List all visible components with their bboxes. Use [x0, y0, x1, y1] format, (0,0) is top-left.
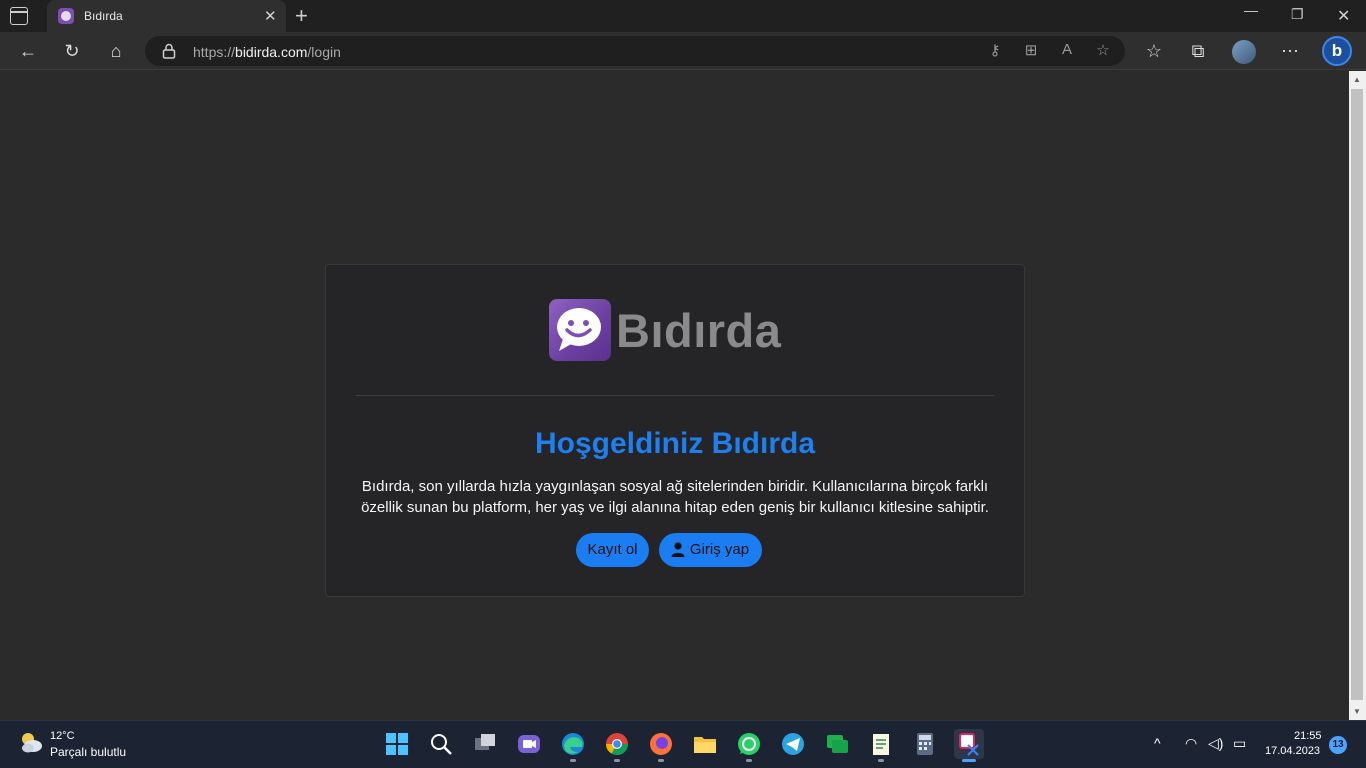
running-indicator [962, 759, 976, 762]
login-button[interactable]: Giriş yap [659, 533, 762, 567]
running-indicator [570, 759, 576, 762]
tab-title: Bıdırda [84, 9, 123, 23]
collections-icon[interactable]: ⧉ [1186, 39, 1210, 63]
task-view-icon[interactable] [470, 729, 500, 759]
user-icon [671, 542, 685, 557]
chat-icon[interactable] [822, 729, 852, 759]
profile-avatar[interactable] [1232, 40, 1256, 64]
start-icon[interactable] [382, 729, 412, 759]
weather-description[interactable]: Parçalı bulutlu [50, 745, 126, 759]
running-indicator [614, 759, 620, 762]
refresh-icon[interactable]: ↻ [60, 39, 84, 63]
page-content: Bıdırda Hoşgeldiniz Bıdırda Bıdırda, son… [0, 71, 1349, 720]
read-aloud-icon[interactable]: A [1057, 41, 1077, 58]
chrome-icon[interactable] [602, 729, 632, 762]
app-available-icon[interactable]: ⊞ [1021, 41, 1041, 59]
weather-icon[interactable] [18, 729, 44, 755]
favorites-icon[interactable]: ☆ [1142, 39, 1166, 63]
running-indicator [878, 759, 884, 762]
restore-icon[interactable]: ❐ [1291, 6, 1304, 23]
description-line: Bıdırda, son yıllarda hızla yaygınlaşan … [361, 478, 989, 495]
whatsapp-icon[interactable] [734, 729, 764, 762]
taskbar: 12°C Parçalı bulutlu ^ ◠ ◁) ▭ 21:55 17.0… [0, 720, 1366, 768]
scroll-down-icon[interactable]: ▼ [1353, 707, 1361, 716]
snipping-tool-icon[interactable] [954, 729, 984, 762]
telegram-icon[interactable] [778, 729, 808, 759]
scroll-thumb[interactable] [1351, 89, 1363, 700]
wifi-icon[interactable]: ◠ [1185, 735, 1197, 752]
clock-time[interactable]: 21:55 [1294, 730, 1322, 742]
lock-icon[interactable] [162, 43, 176, 59]
teams-icon[interactable] [514, 729, 544, 759]
edge-icon[interactable] [558, 729, 588, 762]
show-hidden-icons-icon[interactable]: ^ [1154, 735, 1161, 751]
firefox-icon[interactable] [646, 729, 676, 762]
key-icon[interactable]: ⚷ [985, 41, 1005, 59]
running-indicator [658, 759, 664, 762]
calculator-icon[interactable] [910, 729, 940, 759]
site-logo: Bıdırda [549, 299, 809, 363]
notification-badge[interactable]: 13 [1329, 736, 1347, 754]
bing-icon[interactable]: b [1322, 36, 1352, 66]
browser-toolbar: ← ↻ ⌂ https://bidirda.com/login ⚷ ⊞ A ☆ … [0, 32, 1366, 70]
clock-date[interactable]: 17.04.2023 [1265, 745, 1320, 757]
scroll-up-icon[interactable]: ▲ [1353, 75, 1361, 84]
tab-actions-icon[interactable] [10, 7, 28, 25]
new-tab-button[interactable]: + [295, 3, 308, 29]
weather-temperature[interactable]: 12°C [50, 730, 75, 742]
search-icon[interactable] [426, 729, 456, 759]
description: Bıdırda, son yıllarda hızla yaygınlaşan … [346, 476, 1004, 518]
running-indicator [746, 759, 752, 762]
register-button[interactable]: Kayıt ol [576, 533, 649, 567]
address-bar[interactable]: https://bidirda.com/login ⚷ ⊞ A ☆ [145, 36, 1125, 66]
more-options-icon[interactable]: ⋯ [1278, 39, 1302, 63]
logo-text: Bıdırda [616, 304, 782, 357]
welcome-heading: Hoşgeldiniz Bıdırda [534, 427, 816, 460]
close-window-icon[interactable]: ✕ [1337, 6, 1350, 26]
smiley-chat-icon [549, 299, 611, 361]
url-text[interactable]: https://bidirda.com/login [193, 44, 341, 60]
minimize-icon[interactable]: — [1244, 2, 1258, 18]
volume-icon[interactable]: ◁) [1208, 735, 1223, 752]
divider [356, 395, 994, 396]
battery-icon[interactable]: ▭ [1233, 735, 1246, 752]
tab-bar: Bıdırda ✕ + — ❐ ✕ [0, 0, 1366, 32]
site-favicon-icon [58, 8, 74, 24]
file-explorer-icon[interactable] [690, 729, 720, 759]
login-button-label: Giriş yap [689, 541, 750, 558]
back-icon[interactable]: ← [16, 39, 40, 63]
tab-close-icon[interactable]: ✕ [264, 7, 277, 25]
add-favorite-icon[interactable]: ☆ [1093, 41, 1113, 59]
tab-active[interactable]: Bıdırda ✕ [47, 0, 286, 32]
home-icon[interactable]: ⌂ [104, 39, 128, 63]
login-card: Bıdırda Hoşgeldiniz Bıdırda Bıdırda, son… [325, 264, 1025, 597]
notepad-icon[interactable] [866, 729, 896, 762]
scrollbar[interactable]: ▲ ▼ [1349, 71, 1366, 720]
description-line: özellik sunan bu platform, her yaş ve il… [361, 499, 989, 516]
